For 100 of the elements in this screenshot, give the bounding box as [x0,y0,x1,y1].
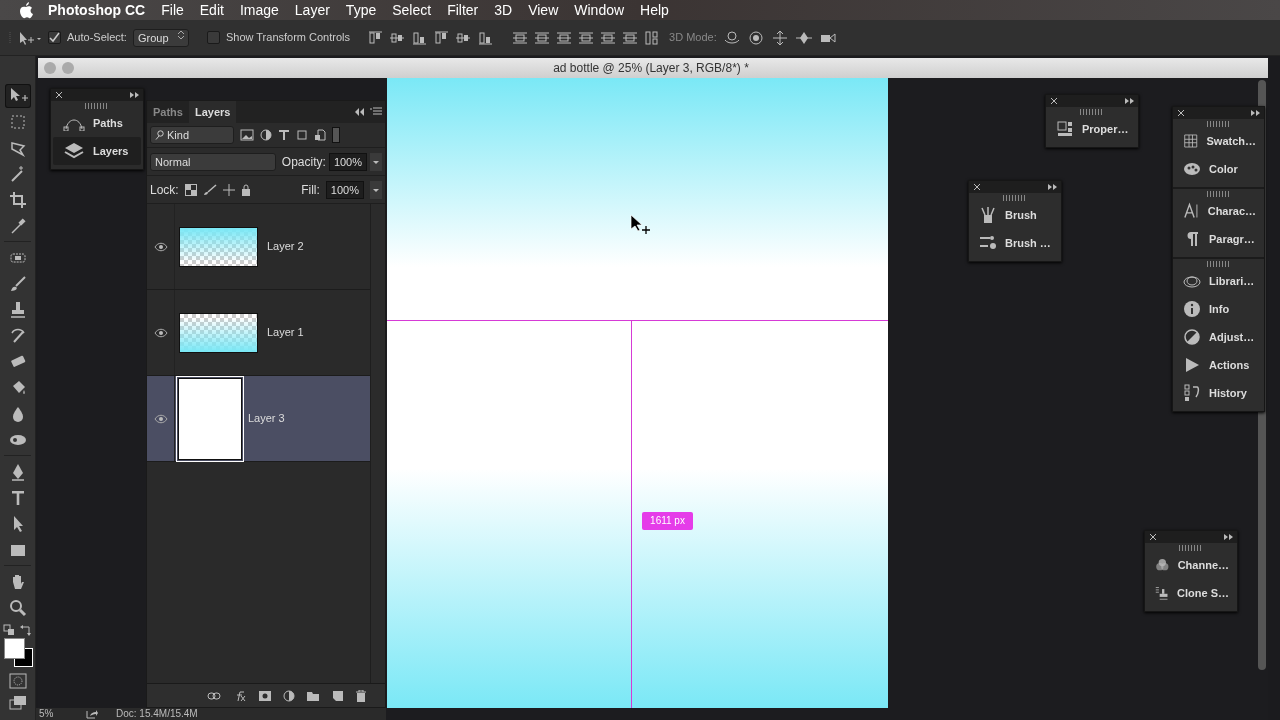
3d-orbit-icon[interactable] [722,29,741,46]
menu-item[interactable]: Filter [439,0,487,20]
lock-position-icon[interactable] [222,183,235,196]
distribute-icon[interactable] [534,30,551,45]
panel-button[interactable]: Charac… [1173,197,1264,225]
menu-item[interactable]: File [153,0,192,20]
auto-align-icon[interactable] [644,30,661,45]
align-icon[interactable] [368,30,385,45]
align-icon[interactable] [434,30,451,45]
panel-button[interactable]: Actions [1173,351,1264,379]
expand-icon[interactable] [130,91,139,99]
layer-row[interactable]: Layer 2 [147,204,370,290]
layer-row[interactable]: Layer 1 [147,290,370,376]
distribute-icon[interactable] [556,30,573,45]
panel-dock-item[interactable]: Paths [53,109,141,137]
zoom-level[interactable]: 5% [36,708,86,720]
distribute-icon[interactable] [512,30,529,45]
default-colors-icon[interactable] [3,624,15,636]
trash-icon[interactable] [355,689,367,702]
panel-tab[interactable]: Paths [147,101,189,123]
link-layers-icon[interactable] [207,690,221,701]
expand-icon[interactable] [1125,97,1134,105]
move-tool-icon[interactable] [8,29,42,46]
close-icon[interactable] [1177,109,1185,117]
image-filter-icon[interactable] [240,129,254,141]
expand-icon[interactable] [1251,109,1260,117]
close-icon[interactable] [1149,533,1157,541]
checkbox[interactable] [206,31,220,44]
panel-button[interactable]: Paragr… [1173,225,1264,253]
panel-button[interactable]: Librari… [1173,267,1264,295]
share-icon[interactable] [86,709,98,719]
type-filter-icon[interactable] [278,129,290,141]
adjustment-filter-icon[interactable] [260,129,272,141]
layer-name[interactable]: Layer 1 [267,324,304,341]
layer-mask-icon[interactable] [259,690,271,701]
screen-mode-icon[interactable] [8,695,27,711]
color-swatches-icon[interactable] [4,638,34,668]
swap-colors-icon[interactable] [20,624,32,636]
panel-button[interactable]: Brush [969,201,1061,229]
layer-row[interactable]: Layer 3 [147,376,370,462]
align-icon[interactable] [478,30,495,45]
checkbox[interactable] [48,31,61,44]
lock-transparency-icon[interactable] [184,183,197,196]
close-icon[interactable] [55,91,63,99]
panel-button[interactable]: Info [1173,295,1264,323]
panel-button[interactable]: Clone S… [1145,579,1237,607]
menu-item[interactable]: View [520,0,567,20]
3d-roll-icon[interactable] [746,29,765,46]
panel-button[interactable]: Color [1173,155,1264,183]
distribute-icon[interactable] [600,30,617,45]
panel-dock-item[interactable]: Layers [53,137,141,165]
menu-item[interactable]: Layer [286,0,338,20]
align-icon[interactable] [412,30,429,45]
auto-select-dropdown[interactable]: Group [132,28,189,47]
menu-item[interactable]: Select [384,0,440,20]
menu-item[interactable]: 3D [486,0,521,20]
align-icon[interactable] [390,30,407,45]
new-layer-icon[interactable] [331,690,343,701]
close-icon[interactable] [1050,97,1058,105]
eye-icon[interactable] [153,327,168,338]
shape-filter-icon[interactable] [296,129,308,141]
adjustment-layer-icon[interactable] [283,689,295,702]
menu-item[interactable]: Window [566,0,633,20]
opacity-field[interactable]: 100% [328,152,367,171]
close-icon[interactable] [973,183,981,191]
panel-button[interactable]: Proper… [1046,115,1138,143]
menu-item[interactable]: Image [231,0,287,20]
distribute-icon[interactable] [578,30,595,45]
expand-icon[interactable] [1048,183,1057,191]
menu-item[interactable]: Help [632,0,677,20]
filter-dropdown[interactable]: Kind [150,126,234,144]
menu-item[interactable]: Type [337,0,385,20]
panel-button[interactable]: History [1173,379,1264,407]
align-icon[interactable] [456,30,473,45]
panel-menu-icon[interactable] [370,107,382,117]
layer-name[interactable]: Layer 3 [248,410,285,427]
distribute-icon[interactable] [622,30,639,45]
panel-button[interactable]: Brush … [969,229,1061,257]
menu-item[interactable]: Edit [191,0,232,20]
panel-button[interactable]: Adjust… [1173,323,1264,351]
filter-toggle[interactable] [332,127,340,143]
fill-field[interactable]: 100% [325,180,364,199]
eye-icon[interactable] [153,413,168,424]
move-tool-icon[interactable] [5,84,31,108]
3d-pan-icon[interactable] [770,29,789,46]
eye-icon[interactable] [153,241,168,252]
apple-logo-icon[interactable] [18,1,34,19]
layer-name[interactable]: Layer 2 [267,238,304,255]
lock-brush-icon[interactable] [202,183,217,196]
panel-button[interactable]: Channe… [1145,551,1237,579]
panel-tab[interactable]: Layers [188,101,237,123]
lock-icon[interactable] [240,183,251,196]
folder-icon[interactable] [307,690,319,701]
panel-button[interactable]: Swatch… [1173,127,1264,155]
smart-object-filter-icon[interactable] [314,129,326,141]
collapse-icon[interactable] [354,108,364,116]
blend-mode-dropdown[interactable]: Normal [150,152,276,171]
quick-mask-icon[interactable] [8,673,27,689]
app-name[interactable]: Photoshop CC [40,0,154,20]
expand-icon[interactable] [1224,533,1233,541]
